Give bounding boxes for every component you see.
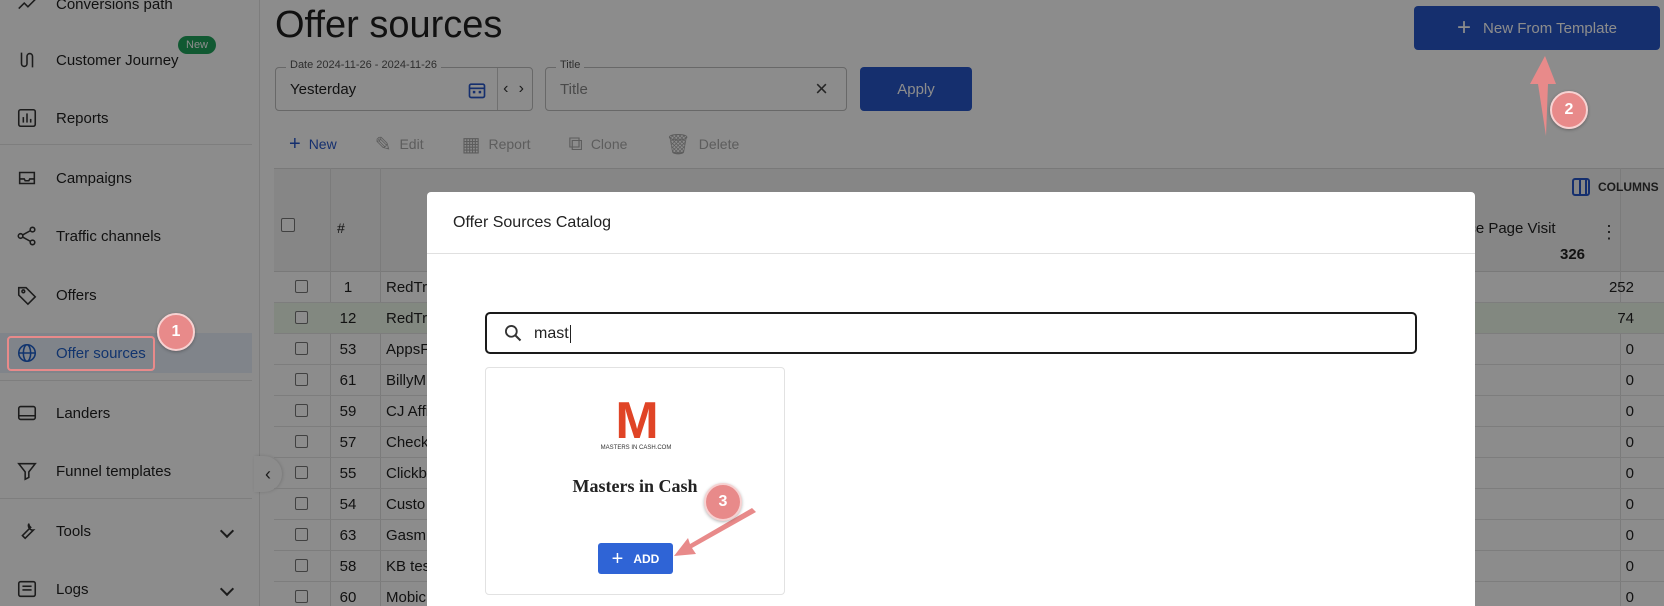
annotation-highlight-box	[7, 336, 155, 371]
offer-source-card: M MASTERS IN CASH.COM Masters in Cash + …	[485, 367, 785, 595]
dialog-title: Offer Sources Catalog	[453, 214, 612, 231]
annotation-step-2: 2	[1550, 91, 1588, 129]
search-icon	[505, 325, 522, 342]
annotation-step-1: 1	[157, 313, 195, 351]
offer-sources-catalog-dialog: Offer Sources Catalog mast M MASTERS IN …	[427, 192, 1475, 606]
annotation-step-3: 3	[704, 483, 742, 521]
search-value: mast	[534, 325, 571, 343]
masters-in-cash-logo: M MASTERS IN CASH.COM	[600, 392, 672, 451]
plus-icon: +	[611, 547, 624, 570]
dialog-divider	[427, 253, 1475, 254]
catalog-search-input[interactable]: mast	[485, 312, 1417, 354]
add-label: ADD	[633, 551, 660, 566]
add-offer-source-button[interactable]: + ADD	[598, 543, 673, 574]
